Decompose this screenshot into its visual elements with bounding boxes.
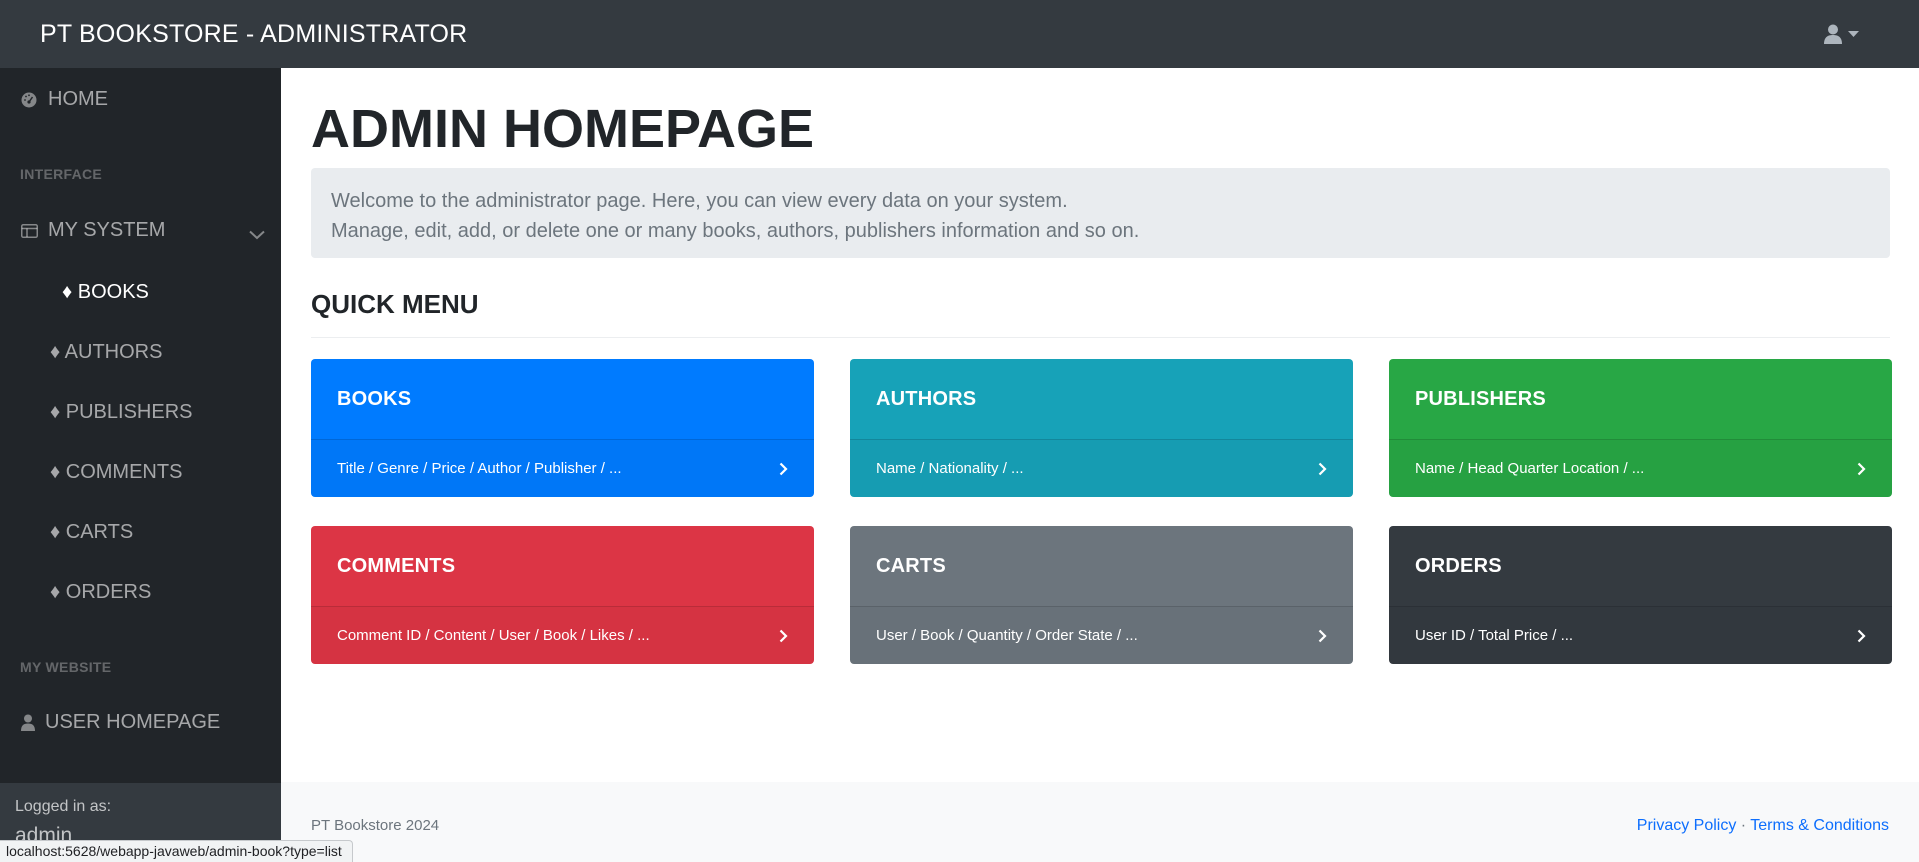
sidebar-subitem-orders[interactable]: ♦ ORDERS (50, 581, 151, 604)
terms-link[interactable]: Terms & Conditions (1750, 817, 1889, 834)
dashboard-icon (20, 92, 38, 108)
card-title: BOOKS (337, 387, 412, 410)
sidebar-item-label: MY SYSTEM (48, 219, 166, 241)
sidebar-heading-my-website: MY WEBSITE (20, 659, 112, 675)
sidebar-subitem-authors[interactable]: ♦ AUTHORS (50, 341, 162, 364)
footer-links: Privacy Policy · Terms & Conditions (1637, 817, 1889, 835)
card-title: CARTS (876, 554, 946, 577)
page-title: ADMIN HOMEPAGE (311, 99, 815, 159)
welcome-line-2: Manage, edit, add, or delete one or many… (331, 220, 1140, 242)
welcome-line-1: Welcome to the administrator page. Here,… (331, 190, 1068, 212)
chevron-right-icon (1318, 629, 1327, 643)
sidebar-item-home[interactable]: HOME (20, 88, 108, 111)
card-link-books[interactable]: Title / Genre / Price / Author / Publish… (311, 439, 814, 497)
card-orders[interactable]: ORDERS User ID / Total Price / ... (1389, 526, 1892, 664)
card-title: PUBLISHERS (1415, 387, 1546, 410)
caret-down-icon (1848, 30, 1859, 38)
chevron-down-icon (249, 223, 265, 246)
sidebar-item-user-homepage[interactable]: USER HOMEPAGE (20, 711, 220, 734)
card-link-comments[interactable]: Comment ID / Content / User / Book / Lik… (311, 606, 814, 664)
privacy-policy-link[interactable]: Privacy Policy (1637, 817, 1737, 834)
page-footer: PT Bookstore 2024 Privacy Policy · Terms… (281, 782, 1919, 862)
card-description: Name / Nationality / ... (876, 460, 1024, 477)
logged-in-label: Logged in as: (15, 798, 112, 815)
browser-status-url: localhost:5628/webapp-javaweb/admin-book… (0, 840, 353, 862)
main-content: ADMIN HOMEPAGE Welcome to the administra… (281, 68, 1919, 862)
welcome-panel: Welcome to the administrator page. Here,… (311, 168, 1890, 258)
sidebar-heading-interface: INTERFACE (20, 166, 103, 182)
sidebar-subitem-carts[interactable]: ♦ CARTS (50, 521, 133, 544)
user-dropdown-toggle[interactable] (1824, 24, 1859, 44)
sidebar-item-label: USER HOMEPAGE (45, 711, 221, 733)
sidebar-item-label: HOME (48, 88, 108, 110)
user-icon (20, 714, 35, 731)
sidebar-subitem-books[interactable]: ♦ BOOKS (62, 281, 149, 304)
sidebar-item-my-system[interactable]: MY SYSTEM (20, 219, 265, 242)
card-description: User ID / Total Price / ... (1415, 627, 1574, 644)
card-description: Comment ID / Content / User / Book / Lik… (337, 627, 650, 644)
card-link-authors[interactable]: Name / Nationality / ... (850, 439, 1353, 497)
brand-title[interactable]: PT BOOKSTORE - ADMINISTRATOR (40, 20, 467, 49)
card-description: Name / Head Quarter Location / ... (1415, 460, 1645, 477)
divider (311, 337, 1890, 338)
quick-menu-title: QUICK MENU (311, 289, 479, 319)
card-link-orders[interactable]: User ID / Total Price / ... (1389, 606, 1892, 664)
chevron-right-icon (1318, 462, 1327, 476)
chevron-right-icon (1857, 629, 1866, 643)
card-authors[interactable]: AUTHORS Name / Nationality / ... (850, 359, 1353, 497)
card-title: COMMENTS (337, 554, 456, 577)
sidebar-subitem-comments[interactable]: ♦ COMMENTS (50, 461, 182, 484)
card-title: ORDERS (1415, 554, 1502, 577)
card-description: Title / Genre / Price / Author / Publish… (337, 460, 622, 477)
top-navbar: PT BOOKSTORE - ADMINISTRATOR (0, 0, 1919, 68)
card-comments[interactable]: COMMENTS Comment ID / Content / User / B… (311, 526, 814, 664)
card-books[interactable]: BOOKS Title / Genre / Price / Author / P… (311, 359, 814, 497)
chevron-right-icon (779, 462, 788, 476)
sidebar-subitem-publishers[interactable]: ♦ PUBLISHERS (50, 401, 192, 424)
user-icon (1824, 24, 1842, 44)
card-title: AUTHORS (876, 387, 977, 410)
card-link-publishers[interactable]: Name / Head Quarter Location / ... (1389, 439, 1892, 497)
card-publishers[interactable]: PUBLISHERS Name / Head Quarter Location … (1389, 359, 1892, 497)
footer-separator: · (1740, 817, 1747, 834)
copyright-text: PT Bookstore 2024 (311, 817, 440, 834)
card-carts[interactable]: CARTS User / Book / Quantity / Order Sta… (850, 526, 1353, 664)
card-description: User / Book / Quantity / Order State / .… (876, 627, 1138, 644)
card-link-carts[interactable]: User / Book / Quantity / Order State / .… (850, 606, 1353, 664)
columns-icon (20, 223, 38, 238)
sidebar: HOME INTERFACE MY SYSTEM ♦ BOOKS ♦ AUTHO… (0, 68, 281, 862)
chevron-right-icon (779, 629, 788, 643)
chevron-right-icon (1857, 462, 1866, 476)
